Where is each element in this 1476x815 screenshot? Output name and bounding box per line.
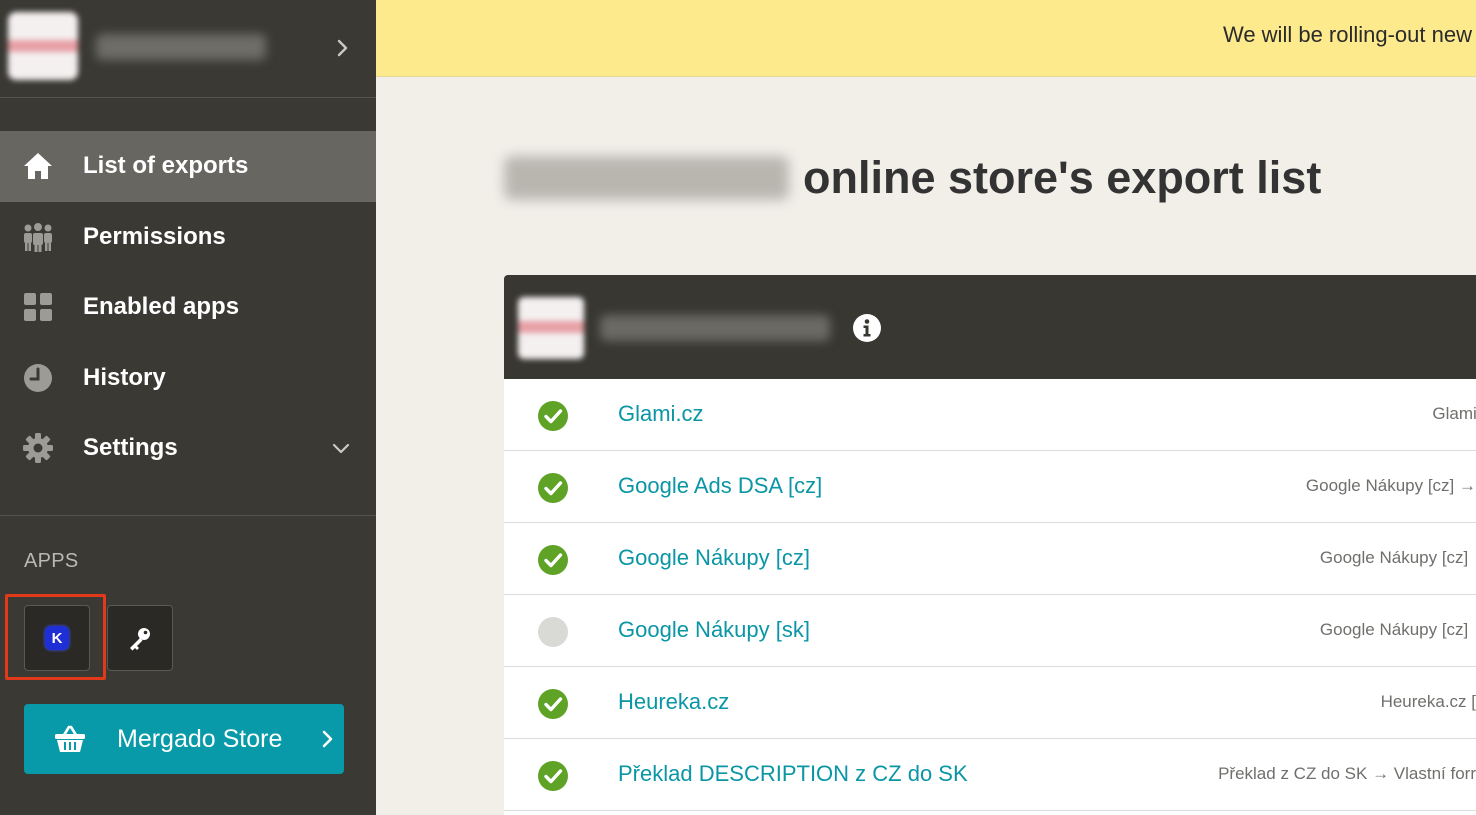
export-name-link[interactable]: Glami.cz [618, 401, 704, 427]
chevron-down-icon[interactable] [330, 437, 352, 459]
status-enabled-icon [538, 473, 568, 503]
chevron-right-icon [337, 39, 348, 57]
status-disabled-icon [538, 617, 568, 647]
store-name-redacted [600, 315, 830, 341]
export-row[interactable]: Glami.cz Glami.c [504, 379, 1476, 451]
store-name-redacted [96, 34, 266, 60]
store-logo [518, 297, 584, 359]
export-row[interactable]: Překlad DESCRIPTION z CZ do SK Překlad z… [504, 739, 1476, 811]
home-icon [22, 150, 54, 182]
nav-item-history[interactable]: History [0, 343, 376, 414]
status-enabled-icon [538, 401, 568, 431]
nav-item-enabled-apps[interactable]: Enabled apps [0, 272, 376, 343]
highlight-box [5, 594, 106, 680]
nav-label: Settings [83, 434, 178, 462]
sidebar-divider [0, 515, 376, 516]
export-source: Google Nákupy [cz] → [1305, 476, 1476, 495]
nav-label: Permissions [83, 222, 226, 250]
export-name-link[interactable]: Heureka.cz [618, 689, 729, 715]
export-row[interactable]: Google Nákupy [cz] Google Nákupy [cz] → [504, 523, 1476, 595]
export-source: Překlad z CZ do SK → Vlastní forr [1218, 764, 1476, 783]
page-heading: online store's export list [504, 150, 1321, 206]
users-icon [22, 221, 54, 253]
export-row[interactable]: Google Nákupy [sk] Google Nákupy [cz] → [504, 595, 1476, 667]
export-source: Heureka.cz [ [1380, 692, 1476, 711]
export-source: Glami.c [1432, 404, 1476, 423]
page-title: online store's export list [803, 152, 1322, 203]
nav-label: History [83, 363, 166, 391]
apps-section-label: APPS [24, 550, 79, 572]
status-enabled-icon [538, 545, 568, 575]
nav-item-list-of-exports[interactable]: List of exports [0, 131, 376, 202]
status-enabled-icon [538, 689, 568, 719]
announcement-banner: We will be rolling-out new [376, 0, 1476, 77]
store-name-redacted [504, 156, 789, 200]
mergado-store-label: Mergado Store [117, 724, 283, 753]
export-row[interactable]: Heureka.cz Heureka.cz [ [504, 667, 1476, 739]
export-source: Google Nákupy [cz] → [1319, 548, 1476, 567]
panel-header [504, 275, 1476, 379]
app-tile-key[interactable] [107, 605, 173, 671]
export-name-link[interactable]: Překlad DESCRIPTION z CZ do SK [618, 761, 968, 787]
export-row[interactable]: Google Ads DSA [cz] Google Nákupy [cz] → [504, 451, 1476, 523]
exports-panel: Glami.cz Glami.c Google Ads DSA [cz] Goo… [504, 275, 1476, 815]
store-logo [8, 12, 78, 80]
gear-icon [22, 432, 54, 464]
nav-item-settings[interactable]: Settings [0, 413, 376, 484]
nav-label: List of exports [83, 152, 249, 180]
main-nav: List of exports Permissions Enabled apps… [0, 131, 376, 484]
sidebar: List of exports Permissions Enabled apps… [0, 0, 376, 815]
store-switcher[interactable] [0, 0, 376, 98]
export-name-link[interactable]: Google Ads DSA [cz] [618, 473, 822, 499]
mergado-store-button[interactable]: Mergado Store [24, 704, 344, 774]
export-name-link[interactable]: Google Nákupy [cz] [618, 545, 810, 571]
nav-label: Enabled apps [83, 293, 240, 321]
exports-list: Glami.cz Glami.c Google Ads DSA [cz] Goo… [504, 379, 1476, 811]
grid-icon [22, 291, 54, 323]
export-source: Google Nákupy [cz] → [1319, 620, 1476, 639]
export-name-link[interactable]: Google Nákupy [sk] [618, 617, 810, 643]
chevron-right-icon [322, 730, 333, 748]
basket-icon [55, 725, 85, 752]
nav-item-permissions[interactable]: Permissions [0, 202, 376, 273]
key-icon [130, 628, 150, 651]
banner-text: We will be rolling-out new [1222, 22, 1472, 47]
clock-icon [22, 362, 54, 394]
status-enabled-icon [538, 761, 568, 791]
info-icon[interactable] [852, 313, 882, 343]
